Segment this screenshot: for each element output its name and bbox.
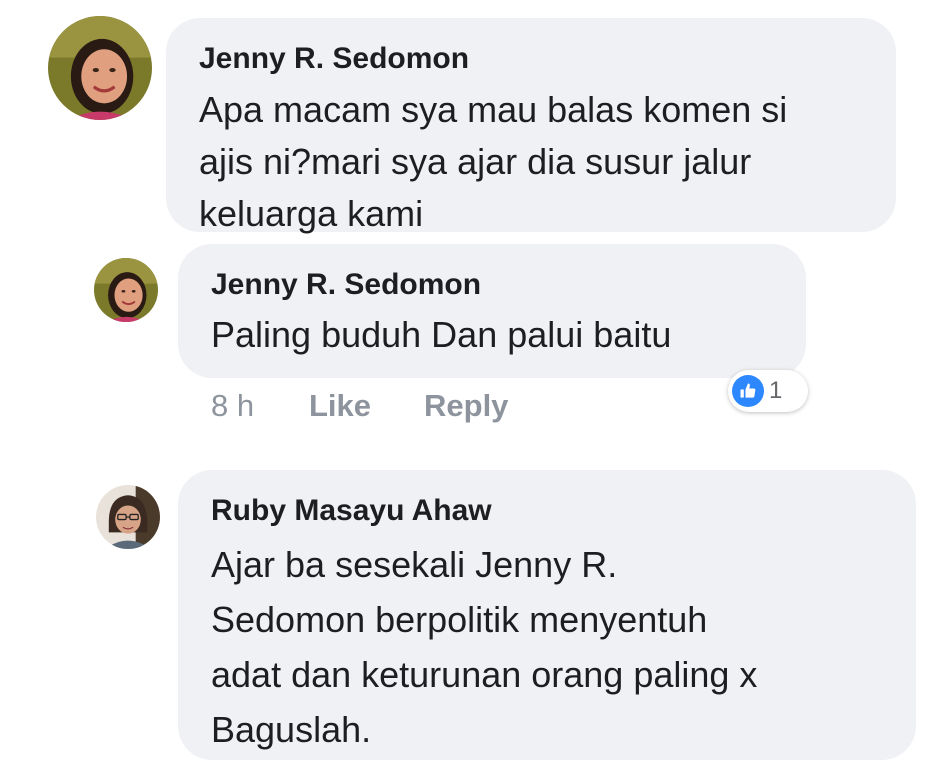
comment-timestamp[interactable]: 8 h [211,388,254,424]
profile-photo-icon [48,16,152,120]
comment-author[interactable]: Jenny R. Sedomon [211,268,481,302]
reply-button[interactable]: Reply [424,388,508,424]
profile-photo-icon [96,485,160,549]
thumbs-up-icon [732,375,764,407]
comment-author[interactable]: Ruby Masayu Ahaw [211,494,492,528]
comment-text-line: keluarga kami [199,193,424,234]
avatar[interactable] [48,16,152,120]
reaction-summary[interactable]: 1 [728,370,808,412]
comment-text-line: ajis ni?mari sya ajar dia susur jalur [199,141,752,182]
comment-text-line: adat dan keturunan orang paling x [211,654,758,695]
like-button[interactable]: Like [309,388,371,424]
comment-author[interactable]: Jenny R. Sedomon [199,42,469,76]
profile-photo-icon [94,258,158,322]
comment-text-line: Apa macam sya mau balas komen si [199,89,788,130]
comment-text: Paling buduh Dan palui baitu [211,312,671,358]
comment-text-line: Baguslah. [211,709,372,750]
comment-text-line: Paling buduh Dan palui baitu [211,314,672,355]
comment-text: Apa macam sya mau balas komen si ajis ni… [199,84,787,240]
comment-bubble: Jenny R. Sedomon Paling buduh Dan palui … [178,244,806,378]
comment-text: Ajar ba sesekali Jenny R. Sedomon berpol… [211,537,757,757]
comment-bubble: Jenny R. Sedomon Apa macam sya mau balas… [166,18,896,234]
avatar[interactable] [96,485,160,549]
comment-text-line: Ajar ba sesekali Jenny R. [211,544,618,585]
reaction-count: 1 [769,377,783,404]
comment-bubble: Ruby Masayu Ahaw Ajar ba sesekali Jenny … [178,470,916,760]
avatar[interactable] [94,258,158,322]
comment-text-line: Sedomon berpolitik menyentuh [211,599,708,640]
